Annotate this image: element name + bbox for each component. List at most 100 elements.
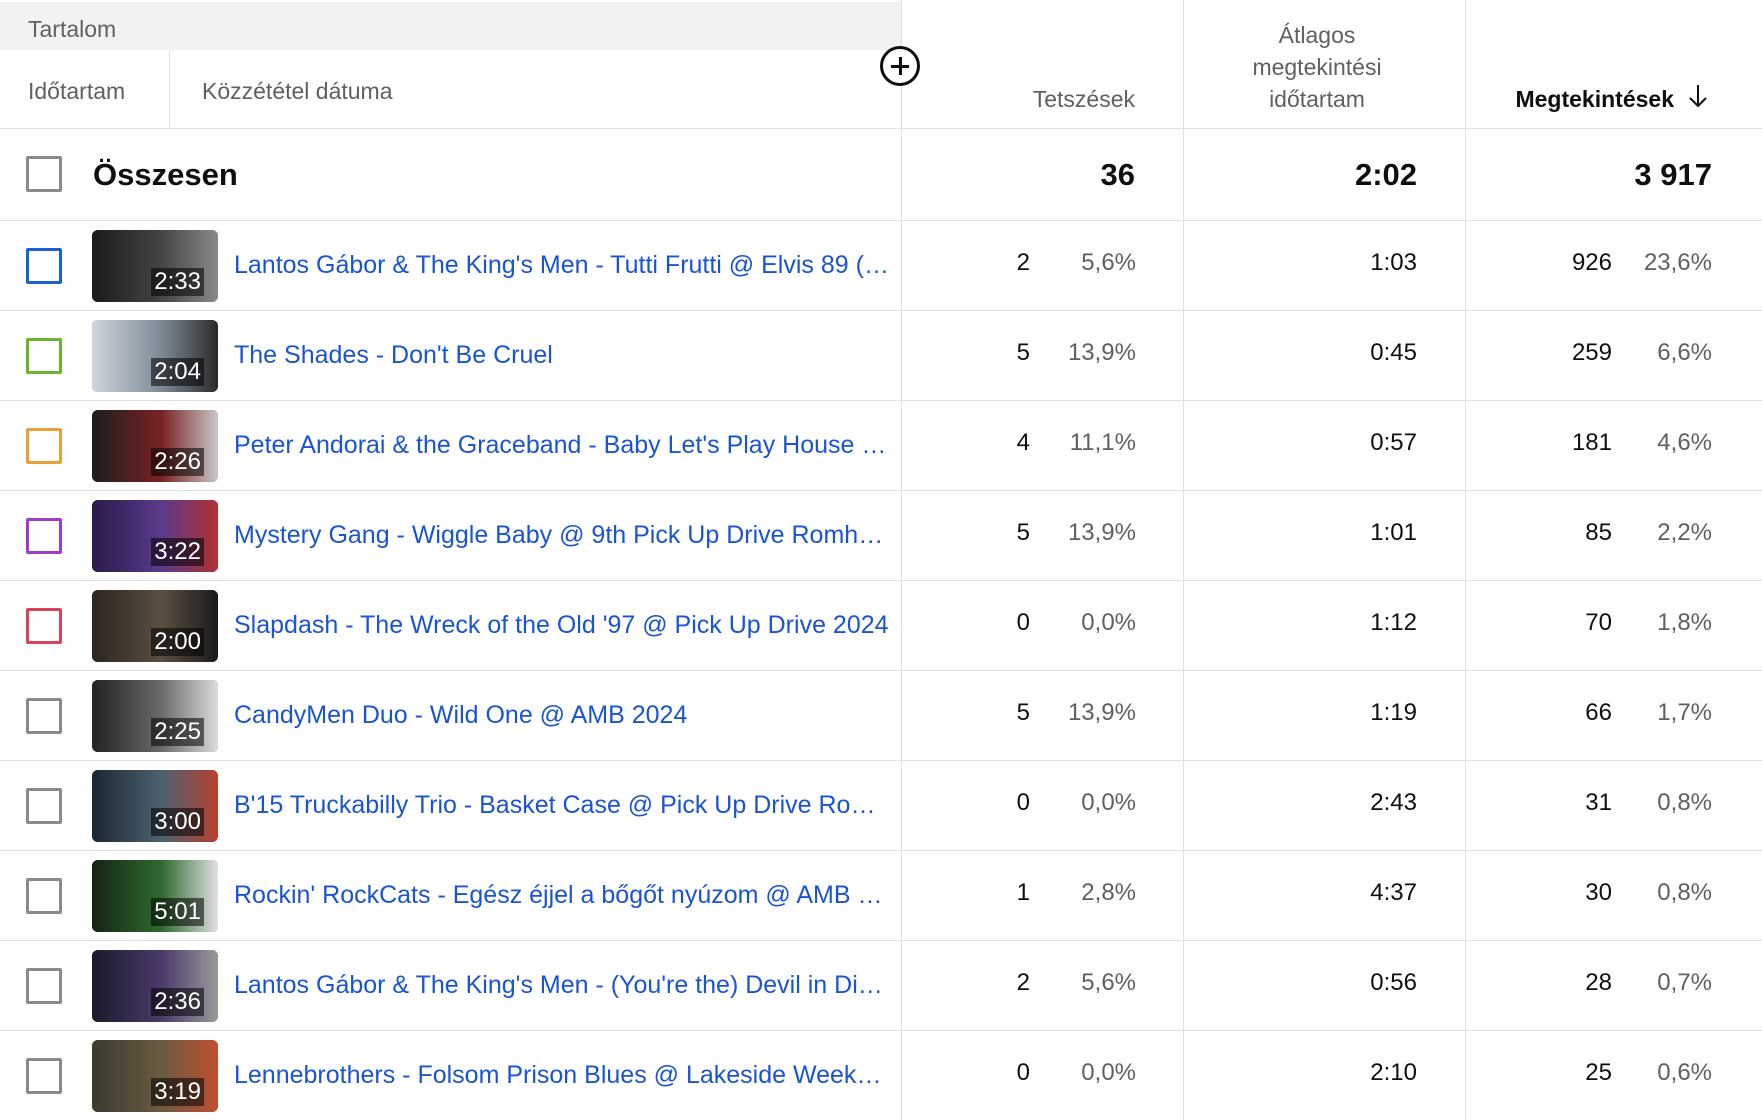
video-duration: 5:01	[151, 898, 204, 926]
row-views: 259	[1571, 339, 1612, 366]
row-views: 70	[1585, 609, 1612, 636]
video-thumbnail[interactable]: 2:00	[92, 590, 218, 662]
row-likes-percent: 0,0%	[1081, 1059, 1136, 1086]
views-column-header[interactable]: Megtekintések	[1465, 0, 1762, 129]
row-checkbox[interactable]	[26, 248, 62, 284]
row-likes-percent: 5,6%	[1081, 249, 1136, 276]
row-views: 25	[1585, 1059, 1612, 1086]
row-checkbox[interactable]	[26, 608, 62, 644]
row-likes-percent: 11,1%	[1069, 429, 1136, 456]
total-views: 3 917	[1634, 157, 1712, 192]
add-column-icon[interactable]	[880, 46, 920, 86]
video-duration: 2:26	[151, 448, 204, 476]
row-views-percent: 2,2%	[1657, 519, 1712, 546]
row-views-percent: 1,8%	[1657, 609, 1712, 636]
row-likes: 1	[1016, 879, 1030, 906]
duration-column-label: Időtartam	[28, 78, 126, 104]
table-row[interactable]: 2:36 Lantos Gábor & The King's Men - (You…	[0, 941, 1762, 1031]
row-views-percent: 0,6%	[1657, 1059, 1712, 1086]
video-duration: 3:19	[151, 1078, 204, 1106]
row-likes-percent: 13,9%	[1067, 699, 1136, 726]
total-avg-duration: 2:02	[1354, 157, 1417, 192]
pubdate-column-header[interactable]: Közzététel dátuma	[170, 50, 901, 129]
table-row[interactable]: 2:26 Peter Andorai & the Graceband - Baby…	[0, 401, 1762, 491]
video-title-link[interactable]: CandyMen Duo - Wild One @ AMB 2024	[234, 701, 894, 730]
likes-column-header[interactable]: Tetszések	[901, 0, 1183, 129]
video-title-link[interactable]: Slapdash - The Wreck of the Old '97 @ Pi…	[234, 611, 894, 640]
table-row[interactable]: 2:04 The Shades - Don't Be Cruel 5 13,9% 0:4…	[0, 311, 1762, 401]
video-thumbnail[interactable]: 2:26	[92, 410, 218, 482]
video-title-link[interactable]: Mystery Gang - Wiggle Baby @ 9th Pick Up…	[234, 521, 894, 550]
avg-duration-column-label: Átlagos megtekintési időtartam	[1217, 19, 1417, 115]
table-header: Tartalom Időtartam Közzététel dátuma Tet…	[0, 0, 1762, 129]
pubdate-column-label: Közzététel dátuma	[202, 78, 393, 104]
video-title-link[interactable]: Lantos Gábor & The King's Men - (You're …	[234, 971, 894, 1000]
row-likes: 4	[1016, 429, 1030, 456]
row-checkbox[interactable]	[26, 518, 62, 554]
row-likes-percent: 13,9%	[1067, 519, 1136, 546]
row-views: 30	[1585, 879, 1612, 906]
table-row[interactable]: 2:00 Slapdash - The Wreck of the Old '97 …	[0, 581, 1762, 671]
row-likes: 0	[1016, 609, 1030, 636]
row-views-percent: 0,8%	[1657, 789, 1712, 816]
video-title-link[interactable]: Lantos Gábor & The King's Men - Tutti Fr…	[234, 251, 894, 280]
row-views-percent: 1,7%	[1657, 699, 1712, 726]
video-thumbnail[interactable]: 3:00	[92, 770, 218, 842]
row-checkbox[interactable]	[26, 698, 62, 734]
duration-column-header[interactable]: Időtartam	[0, 50, 170, 129]
content-group-label: Tartalom	[28, 16, 117, 42]
row-likes: 2	[1016, 249, 1030, 276]
video-thumbnail[interactable]: 2:04	[92, 320, 218, 392]
avg-duration-column-header[interactable]: Átlagos megtekintési időtartam	[1183, 0, 1465, 129]
row-likes: 0	[1016, 789, 1030, 816]
video-thumbnail[interactable]: 5:01	[92, 860, 218, 932]
row-avg-duration: 0:56	[1370, 969, 1417, 996]
sort-descending-icon[interactable]	[1686, 83, 1710, 109]
row-likes-percent: 0,0%	[1081, 789, 1136, 816]
table-row[interactable]: 5:01 Rockin' RockCats - Egész éjjel a bőg…	[0, 851, 1762, 941]
video-title-link[interactable]: The Shades - Don't Be Cruel	[234, 341, 894, 370]
row-checkbox[interactable]	[26, 788, 62, 824]
video-thumbnail[interactable]: 3:19	[92, 1040, 218, 1112]
row-avg-duration: 0:45	[1370, 339, 1417, 366]
total-label: Összesen	[93, 157, 238, 192]
table-row[interactable]: 3:00 B'15 Truckabilly Trio - Basket Case …	[0, 761, 1762, 851]
row-views-percent: 23,6%	[1643, 249, 1712, 276]
row-checkbox[interactable]	[26, 968, 62, 1004]
row-views: 66	[1585, 699, 1612, 726]
video-title-link[interactable]: B'15 Truckabilly Trio - Basket Case @ Pi…	[234, 791, 894, 820]
table-row[interactable]: 3:22 Mystery Gang - Wiggle Baby @ 9th Pic…	[0, 491, 1762, 581]
table-row[interactable]: 2:25 CandyMen Duo - Wild One @ AMB 2024 5 1…	[0, 671, 1762, 761]
avg-label-line: megtekintési	[1252, 54, 1382, 80]
select-all-checkbox[interactable]	[26, 156, 62, 192]
row-views: 926	[1571, 249, 1612, 276]
video-thumbnail[interactable]: 3:22	[92, 500, 218, 572]
total-row: Összesen 36 2:02 3 917	[0, 129, 1762, 221]
video-thumbnail[interactable]: 2:36	[92, 950, 218, 1022]
row-checkbox[interactable]	[26, 1058, 62, 1094]
row-checkbox[interactable]	[26, 878, 62, 914]
video-title-link[interactable]: Rockin' RockCats - Egész éjjel a bőgőt n…	[234, 881, 894, 910]
row-avg-duration: 0:57	[1370, 429, 1417, 456]
video-duration: 2:25	[151, 718, 204, 746]
row-avg-duration: 1:12	[1370, 609, 1417, 636]
video-title-link[interactable]: Lennebrothers - Folsom Prison Blues @ La…	[234, 1061, 894, 1090]
content-column-header: Tartalom Időtartam Közzététel dátuma	[0, 0, 901, 129]
avg-label-line: időtartam	[1269, 86, 1365, 112]
video-duration: 2:36	[151, 988, 204, 1016]
row-checkbox[interactable]	[26, 338, 62, 374]
video-duration: 2:33	[151, 268, 204, 296]
row-likes: 5	[1016, 699, 1030, 726]
video-duration: 2:04	[151, 358, 204, 386]
total-likes: 36	[1100, 157, 1135, 192]
row-views: 31	[1585, 789, 1612, 816]
row-likes: 5	[1016, 339, 1030, 366]
table-row[interactable]: 2:33 Lantos Gábor & The King's Men - Tutt…	[0, 221, 1762, 311]
video-title-link[interactable]: Peter Andorai & the Graceband - Baby Let…	[234, 431, 894, 460]
video-thumbnail[interactable]: 2:25	[92, 680, 218, 752]
avg-label-line: Átlagos	[1278, 22, 1356, 48]
table-row[interactable]: 3:19 Lennebrothers - Folsom Prison Blues …	[0, 1031, 1762, 1120]
row-avg-duration: 2:10	[1370, 1059, 1417, 1086]
video-thumbnail[interactable]: 2:33	[92, 230, 218, 302]
row-checkbox[interactable]	[26, 428, 62, 464]
